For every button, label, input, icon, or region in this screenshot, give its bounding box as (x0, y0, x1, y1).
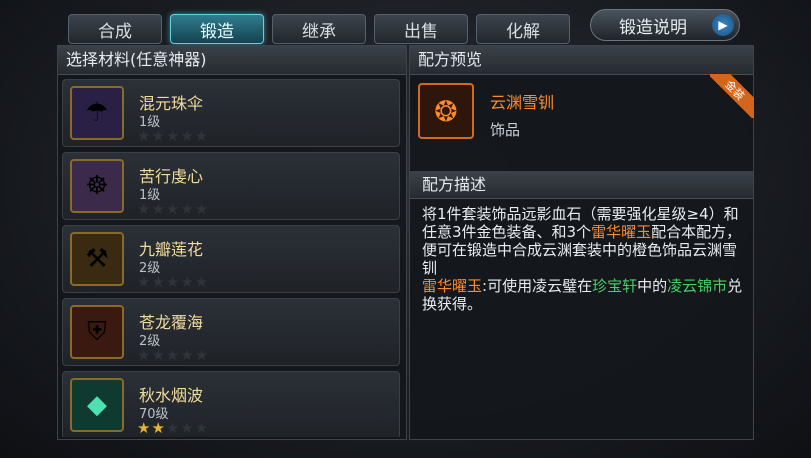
dragon-armor-icon: ⛨ (70, 305, 124, 359)
tab-dissolve[interactable]: 化解 (476, 14, 570, 44)
desc-highlight-item: 雷华曜玉 (422, 277, 483, 295)
tab-forge[interactable]: 锻造 (170, 14, 264, 44)
tab-bar: 合成 锻造 继承 出售 化解 (68, 14, 570, 44)
desc-highlight-item: 雷华曜玉 (591, 223, 652, 241)
desc-text: :可使用凌云璧在 (482, 277, 593, 295)
star-rating: ★★★★★ (137, 273, 210, 291)
material-item[interactable]: ⚒ 九瓣莲花 2级 ★★★★★ (62, 225, 400, 293)
desc-highlight-shop: 珍宝轩 (592, 277, 638, 295)
star-rating: ★★★★★ (137, 346, 210, 364)
recipe-preview-title: 配方预览 (410, 46, 753, 75)
forge-help-label: 锻造说明 (619, 17, 687, 38)
star-rating: ★★★★★ (137, 419, 210, 437)
material-item[interactable]: ☸ 苦行虔心 1级 ★★★★★ (62, 152, 400, 220)
material-item[interactable]: ◆ 秋水烟波 70级 ★★★★★ (62, 371, 400, 437)
jade-icon: ◆ (70, 378, 124, 432)
hammer-icon: ⚒ (70, 232, 124, 286)
forge-help-button[interactable]: 锻造说明 ▶ (590, 9, 740, 41)
recipe-preview: ❂ 云渊雪钏 饰品 金装 (410, 74, 754, 172)
material-item[interactable]: ☂ 混元珠伞 1级 ★★★★★ (62, 79, 400, 147)
bracelet-icon[interactable]: ❂ (418, 83, 474, 139)
tab-inherit[interactable]: 继承 (272, 14, 366, 44)
recipe-panel: 配方预览 ❂ 云渊雪钏 饰品 金装 配方描述 将1件套装饰品远影血石（需要强化星… (409, 45, 754, 440)
monk-icon: ☸ (70, 159, 124, 213)
materials-list[interactable]: ☂ 混元珠伞 1级 ★★★★★ ☸ 苦行虔心 1级 ★★★★★ ⚒ 九瓣莲花 2… (58, 75, 406, 437)
star-rating: ★★★★★ (137, 200, 210, 218)
recipe-item-type: 饰品 (490, 121, 521, 139)
quality-ribbon: 金装 (710, 74, 754, 118)
materials-panel: 选择材料(任意神器) ☂ 混元珠伞 1级 ★★★★★ ☸ 苦行虔心 1级 ★★★… (57, 45, 407, 440)
material-item[interactable]: ⛨ 苍龙覆海 2级 ★★★★★ (62, 298, 400, 366)
star-rating: ★★★★★ (137, 127, 210, 145)
recipe-desc-title: 配方描述 (410, 172, 753, 199)
tab-synthesis[interactable]: 合成 (68, 14, 162, 44)
quality-badge: 金装 (710, 74, 754, 118)
recipe-item-name: 云渊雪钏 (490, 93, 555, 112)
tab-sell[interactable]: 出售 (374, 14, 468, 44)
desc-highlight-market: 凌云锦市 (667, 277, 728, 295)
umbrella-icon: ☂ (70, 86, 124, 140)
desc-text: 中的 (637, 277, 668, 295)
materials-panel-title: 选择材料(任意神器) (58, 46, 406, 75)
recipe-description: 将1件套装饰品远影血石（需要强化星级≥4）和任意3件金色装备、和3个雷华曜玉配合… (410, 199, 753, 313)
play-arrow-icon: ▶ (712, 14, 734, 36)
